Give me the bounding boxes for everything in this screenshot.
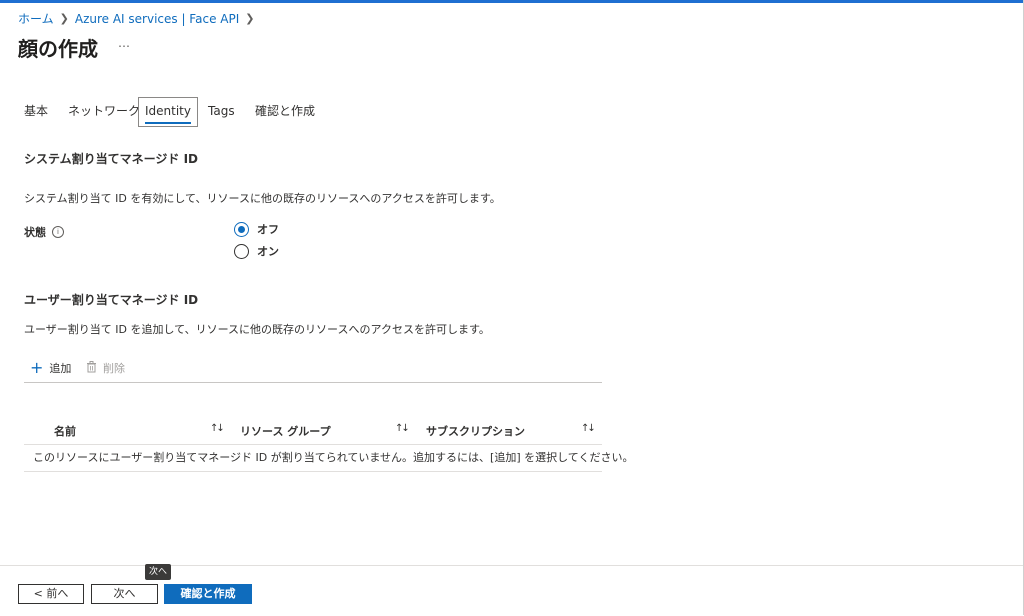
system-identity-description: システム割り当て ID を有効にして、リソースに他の既存のリソースへのアクセスを… (24, 192, 501, 205)
breadcrumb-face-api-link[interactable]: Azure AI services | Face API (75, 12, 239, 26)
column-header-resource-group[interactable]: リソース グループ (240, 423, 331, 439)
state-label-text: 状態 (24, 226, 46, 239)
delete-button-label: 削除 (103, 362, 125, 375)
tab-label: 確認と作成 (255, 104, 316, 118)
more-options-icon[interactable]: … (118, 36, 131, 50)
radio-unchecked-icon (234, 243, 249, 259)
tab-network[interactable]: ネットワーク (68, 97, 140, 125)
trash-icon (86, 360, 97, 376)
radio-checked-icon (234, 221, 249, 237)
chevron-right-icon: ❯ (245, 12, 255, 25)
info-icon[interactable]: i (52, 226, 64, 238)
page-title: 顔の作成 (18, 37, 98, 61)
breadcrumb: ホーム ❯ Azure AI services | Face API ❯ (18, 10, 260, 27)
tab-label: ネットワーク (68, 104, 141, 118)
plus-icon: + (30, 358, 44, 377)
tab-label: 基本 (24, 104, 49, 118)
add-button-label: 追加 (49, 362, 72, 375)
tab-tags[interactable]: Tags (208, 97, 235, 125)
table-empty-message: このリソースにユーザー割り当てマネージド ID が割り当てられていません。追加す… (24, 445, 633, 472)
tab-identity[interactable]: Identity (138, 97, 198, 127)
sort-icon[interactable]: ↑↓ (395, 423, 410, 434)
delete-button[interactable]: 削除 (86, 360, 125, 376)
state-label: 状態 i (24, 224, 64, 240)
active-tab-indicator (145, 122, 191, 124)
radio-on-label: オン (257, 245, 279, 258)
radio-off-label: オフ (257, 223, 279, 236)
next-button[interactable]: 次へ (91, 584, 158, 604)
radio-on[interactable]: オン (234, 243, 279, 259)
column-header-subscription[interactable]: サブスクリプション (426, 423, 525, 439)
sort-icon[interactable]: ↑↓ (210, 423, 225, 434)
table-header: 名前 ↑↓ リソース グループ ↑↓ サブスクリプション ↑↓ (24, 418, 602, 445)
tab-label: Identity (145, 104, 191, 118)
tab-basics[interactable]: 基本 (24, 97, 48, 125)
breadcrumb-home-link[interactable]: ホーム (18, 10, 54, 27)
radio-off[interactable]: オフ (234, 221, 279, 237)
top-accent-bar (0, 0, 1024, 3)
sort-icon[interactable]: ↑↓ (581, 423, 596, 434)
next-tooltip: 次へ (145, 564, 172, 580)
chevron-right-icon: ❯ (59, 12, 69, 25)
identity-table: 名前 ↑↓ リソース グループ ↑↓ サブスクリプション ↑↓ このリソースにユ… (24, 418, 633, 472)
identity-toolbar: + 追加 削除 (24, 358, 602, 383)
system-identity-title: システム割り当てマネージド ID (24, 152, 199, 166)
review-create-button[interactable]: 確認と作成 (164, 584, 252, 604)
user-identity-description: ユーザー割り当て ID を追加して、リソースに他の既存のリソースへのアクセスを許… (24, 323, 490, 336)
add-button[interactable]: + 追加 (30, 360, 71, 376)
previous-button[interactable]: < 前へ (18, 584, 84, 604)
tab-label: Tags (208, 104, 235, 118)
tab-review-create[interactable]: 確認と作成 (255, 97, 315, 125)
column-header-name[interactable]: 名前 (54, 423, 76, 439)
user-identity-title: ユーザー割り当てマネージド ID (24, 293, 199, 307)
